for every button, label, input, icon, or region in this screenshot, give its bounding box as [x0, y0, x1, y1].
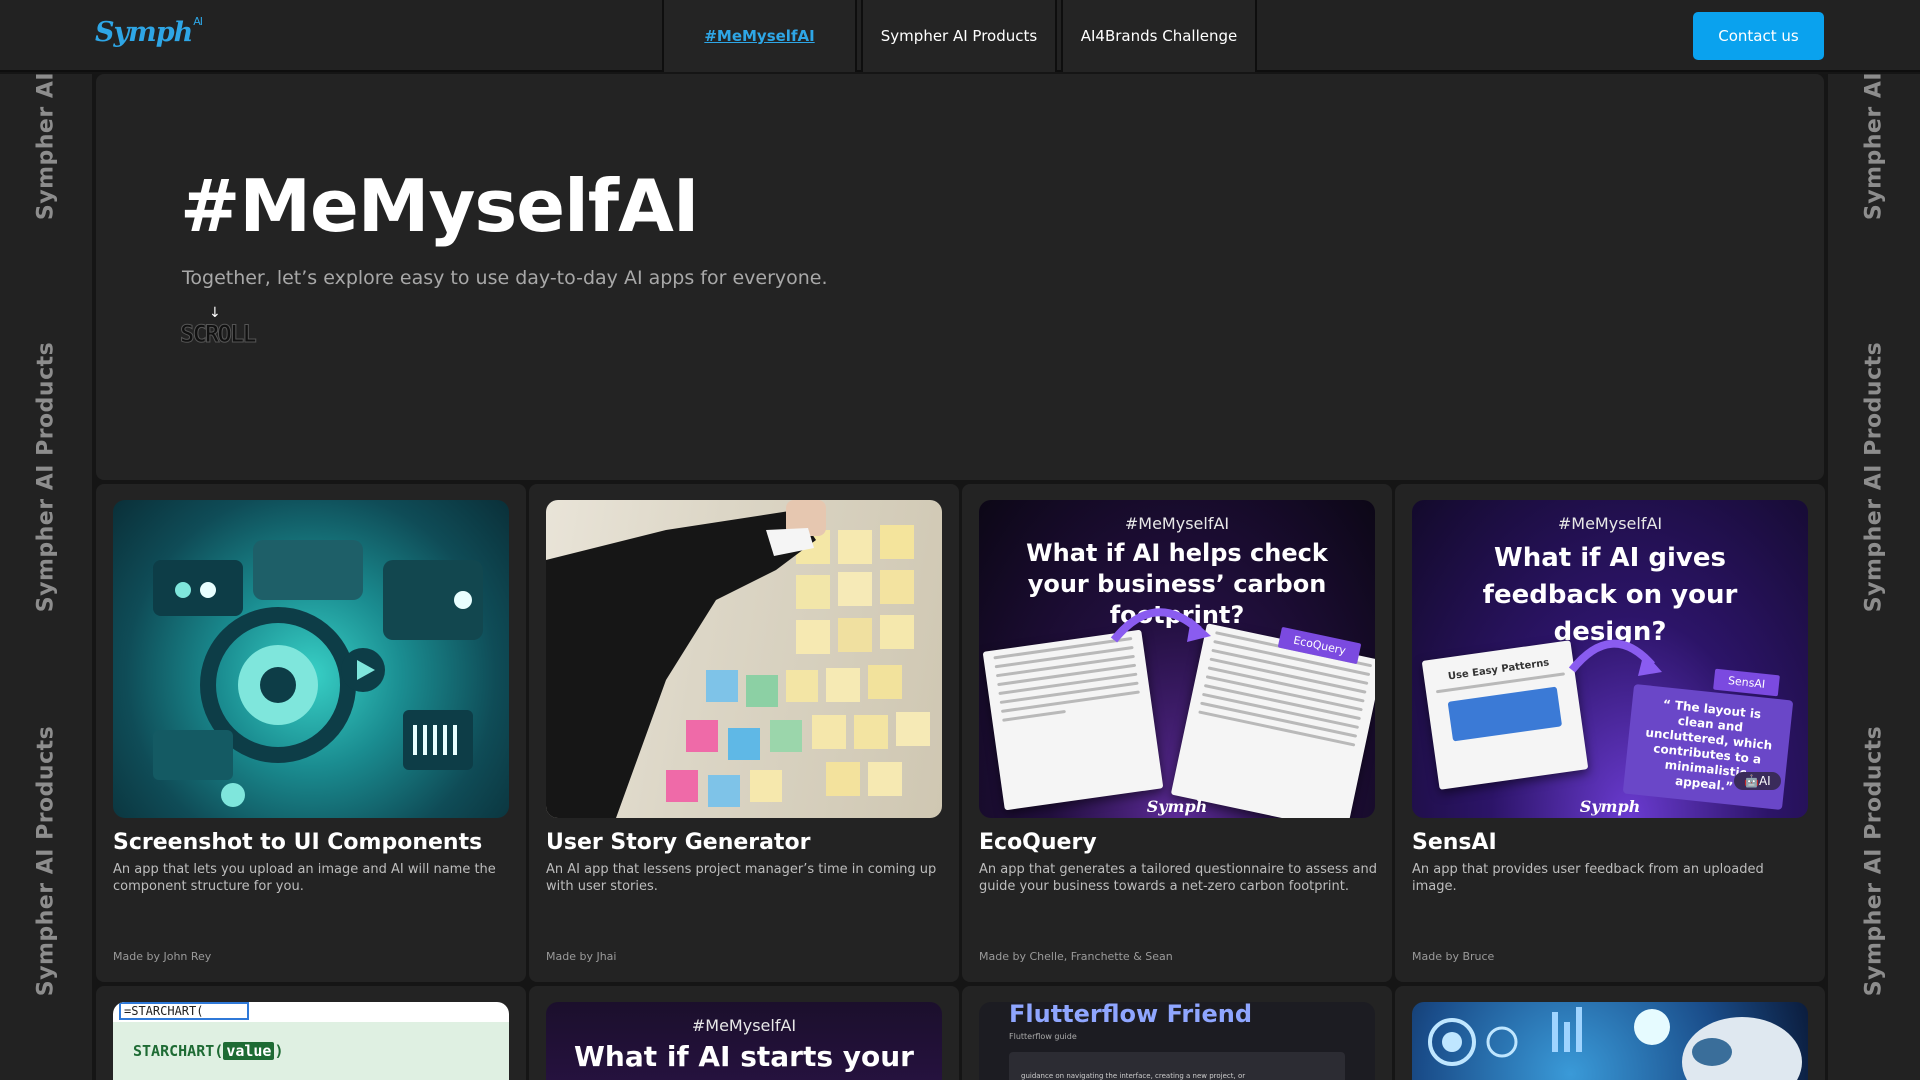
card-title: User Story Generator — [546, 830, 811, 855]
scroll-down-arrow-icon: ↓ — [209, 305, 221, 321]
card-thumbnail — [113, 500, 509, 818]
contact-us-button[interactable]: Contact us — [1693, 12, 1824, 60]
thumb-chat-text: guidance on navigating the interface, cr… — [1021, 1072, 1246, 1080]
card-description: An app that generates a tailored questio… — [979, 862, 1377, 894]
left-side-rail: Sympher AI Sympher AI Products Sympher A… — [0, 74, 92, 1080]
card-author: Made by John Rey — [113, 950, 212, 963]
top-navbar: SymphAI #MeMyselfAI Sympher AI Products … — [0, 0, 1920, 72]
card-title: EcoQuery — [979, 830, 1097, 855]
rail-label-sympher-ai-products: Sympher AI Products — [33, 725, 59, 997]
thumb-app-subtitle: Flutterflow guide — [1009, 1032, 1077, 1041]
card-author: Made by Chelle, Franchette & Sean — [979, 950, 1173, 963]
product-card-what-if-ai-starts[interactable]: #MeMyselfAI What if AI starts your — [529, 986, 959, 1080]
card-thumbnail — [546, 500, 942, 818]
thumb-ai-badge: 🤖AI — [1734, 772, 1781, 790]
product-card-sensai[interactable]: #MeMyselfAI What if AI gives feedback on… — [1395, 484, 1825, 982]
rail-label-sympher-ai: Sympher AI — [33, 74, 59, 221]
card-thumbnail: =STARCHART( STARCHART(value) — [113, 1002, 509, 1080]
product-card-user-story-generator[interactable]: User Story Generator An AI app that less… — [529, 484, 959, 982]
rail-label-sympher-ai: Sympher AI — [1861, 74, 1887, 221]
card-title: SensAI — [1412, 830, 1497, 855]
ui-components-illustration-icon — [153, 540, 483, 807]
card-thumbnail: #MeMyselfAI What if AI starts your — [546, 1002, 942, 1080]
hero-subtitle: Together, let’s explore easy to use day-… — [182, 267, 828, 289]
product-card-flutterflow-friend[interactable]: Flutterflow Friend Flutterflow guide gui… — [962, 986, 1392, 1080]
thumb-footer-logo: Symph — [1579, 797, 1641, 816]
product-card-ai-robot[interactable] — [1395, 986, 1825, 1080]
card-description: An app that provides user feedback from … — [1412, 862, 1764, 894]
card-author: Made by Jhai — [546, 950, 617, 963]
logo-superscript: AI — [193, 15, 203, 28]
sticky-notes-photo-icon — [546, 500, 930, 818]
card-thumbnail: #MeMyselfAI What if AI gives feedback on… — [1412, 500, 1808, 818]
nav-link-ai4brands-challenge[interactable]: AI4Brands Challenge — [1061, 0, 1257, 72]
hero-section: #MeMyselfAI Together, let’s explore easy… — [96, 74, 1824, 480]
robot-tech-illustration-icon — [1428, 1007, 1802, 1080]
right-side-rail: Sympher AI Sympher AI Products Sympher A… — [1828, 74, 1920, 1080]
scroll-indicator[interactable]: ↓ SCROLL — [180, 305, 260, 349]
thumb-feedback-quote: “ The layout is clean and uncluttered, w… — [1622, 683, 1794, 811]
thumb-hashtag: #MeMyselfAI — [691, 1016, 797, 1035]
thumb-headline: What if AI starts your — [574, 1040, 914, 1073]
scroll-label: SCROLL — [180, 320, 258, 349]
card-description: An AI app that lessens project manager’s… — [546, 862, 937, 894]
main-nav: #MeMyselfAI Sympher AI Products AI4Brand… — [662, 0, 1261, 72]
card-thumbnail: #MeMyselfAI What if AI helps check your … — [979, 500, 1375, 818]
product-card-screenshot-to-ui[interactable]: Screenshot to UI Components An app that … — [96, 484, 526, 982]
formula-input: =STARCHART( — [119, 1002, 249, 1020]
nav-link-sympher-ai-products[interactable]: Sympher AI Products — [861, 0, 1057, 72]
product-card-starchart[interactable]: =STARCHART( STARCHART(value) — [96, 986, 526, 1080]
rail-label-sympher-ai-products: Sympher AI Products — [1861, 341, 1887, 613]
rail-label-sympher-ai-products: Sympher AI Products — [33, 341, 59, 613]
card-description: An app that lets you upload an image and… — [113, 862, 496, 894]
thumb-app-title: Flutterflow Friend — [1009, 1002, 1253, 1028]
logo-text: Symph — [95, 17, 193, 48]
curved-arrow-icon — [1110, 608, 1211, 643]
symph-logo[interactable]: SymphAI — [95, 15, 203, 48]
hero-title: #MeMyselfAI — [180, 164, 700, 248]
card-author: Made by Bruce — [1412, 950, 1495, 963]
rail-label-sympher-ai-products: Sympher AI Products — [1861, 725, 1887, 997]
card-thumbnail — [1412, 1002, 1808, 1080]
formula-hint: STARCHART(value) — [133, 1042, 284, 1060]
card-thumbnail: Flutterflow Friend Flutterflow guide gui… — [979, 1002, 1375, 1080]
card-title: Screenshot to UI Components — [113, 830, 483, 855]
robot-icon: 🤖 — [1744, 774, 1759, 788]
nav-link-memyselfai[interactable]: #MeMyselfAI — [662, 0, 857, 72]
product-card-ecoquery[interactable]: #MeMyselfAI What if AI helps check your … — [962, 484, 1392, 982]
thumb-footer-logo: Symph — [1146, 797, 1208, 816]
